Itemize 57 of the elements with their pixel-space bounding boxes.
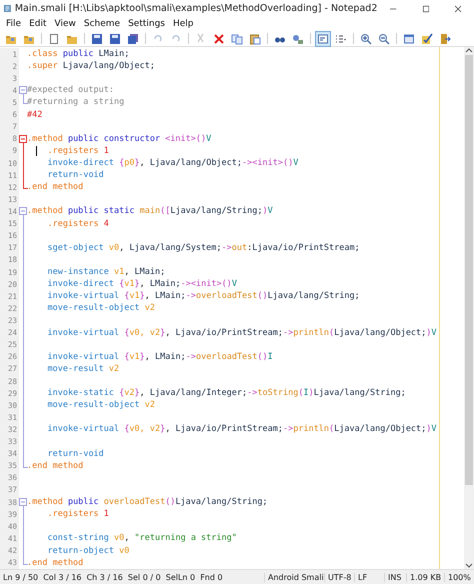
code-line: #returning a string [27, 97, 124, 108]
code-line: invoke-virtual {v1}, LMain;->overloadTest()I [46, 352, 273, 362]
app-icon [4, 3, 11, 14]
code-line: return-void [46, 448, 104, 459]
code-line: .class public LMain; [27, 49, 130, 60]
fold-minus-icon[interactable] [19, 498, 27, 506]
code-line: .registers 1 [46, 146, 109, 156]
code-line: invoke-virtual {v1}, LMain;->overloadTest()Ljava/lang/String; [46, 291, 360, 302]
fold-minus-icon[interactable] [19, 86, 27, 94]
code-line: invoke-virtual {v0, v2}, Ljava/io/PrintStream;->println(Ljava/lang/Object;)V [46, 424, 437, 434]
code-line: .super Ljava/lang/Object; [27, 61, 155, 72]
status-field: 100% [444, 572, 474, 582]
code-line: invoke-direct {v1}, LMain;-><init>()V [46, 279, 237, 290]
code-line: .end method [27, 558, 84, 568]
code-line: .method public overloadTest()Ljava/lang/String; [27, 497, 268, 508]
fold-minus-icon[interactable] [19, 134, 27, 143]
menu-item[interactable]: File [2, 19, 26, 29]
code-line: #expected output: [27, 85, 114, 96]
code-line: #42 [27, 110, 42, 120]
code-line: new-instance v1, LMain; [46, 267, 166, 278]
menu-item[interactable]: Edit [25, 19, 50, 29]
status-field: LF [354, 572, 384, 582]
fold-minus-icon[interactable] [19, 207, 27, 216]
status-field: Ln 9 / 50 Col 3 / 16 Ch 3 / 16 Sel 0 / 0 SelLn 0 Fnd 0 [0, 572, 264, 582]
menu-item[interactable]: Scheme [80, 19, 124, 29]
code-line: move-result v2 [46, 364, 120, 374]
code-line: invoke-virtual {v0, v2}, Ljava/io/PrintStream;->println(Ljava/lang/Object;)V [46, 328, 437, 338]
code-line: return-object v0 [46, 546, 130, 556]
scroll-down-icon[interactable] [465, 563, 473, 569]
code-line: .end method [27, 182, 84, 192]
status-field: 1.09 KB [406, 572, 444, 582]
status-field: Android Smali [264, 572, 324, 582]
scrollbar[interactable] [464, 47, 474, 569]
code-line: .registers 4 [46, 218, 109, 229]
menu-item[interactable]: Help [169, 19, 198, 29]
code-line: move-result-object v2 [46, 303, 155, 314]
code-line: .method public constructor <init>()V [27, 134, 212, 144]
scroll-thumb[interactable] [465, 55, 473, 485]
maximize-icon[interactable] [422, 4, 429, 14]
code-line: move-result-object v2 [46, 400, 155, 410]
scroll-up-icon[interactable] [465, 47, 473, 53]
code-line: invoke-direct {p0}, Ljava/lang/Object;-><init>()V [46, 158, 298, 168]
close-icon[interactable] [454, 4, 461, 14]
code-line: invoke-static {v2}, Ljava/lang/Integer;->toString(I)Ljava/lang/String; [46, 388, 406, 398]
code-line: .method public static main([Ljava/lang/String;)V [27, 206, 273, 216]
code-line: sget-object v0, Ljava/lang/System;->out:Ljava/io/PrintStream; [46, 242, 360, 253]
code-line: return-void [46, 170, 104, 180]
wrap-icon[interactable] [315, 30, 331, 46]
status-field: UTF-8 [324, 572, 354, 582]
edit-check-icon[interactable] [419, 30, 435, 46]
status-field: INS [384, 572, 406, 582]
code-line: const-string v0, "returning a string" [46, 533, 237, 544]
code-line: .registers 1 [46, 509, 109, 520]
code-line: .end method [27, 460, 84, 471]
menu-item[interactable]: View [50, 19, 80, 29]
menu-item[interactable]: Settings [124, 19, 169, 29]
window-title: Main.smali [H:\Libs\apktool\smali\examples\MethodOverloading] - Notepad2 [14, 3, 378, 14]
